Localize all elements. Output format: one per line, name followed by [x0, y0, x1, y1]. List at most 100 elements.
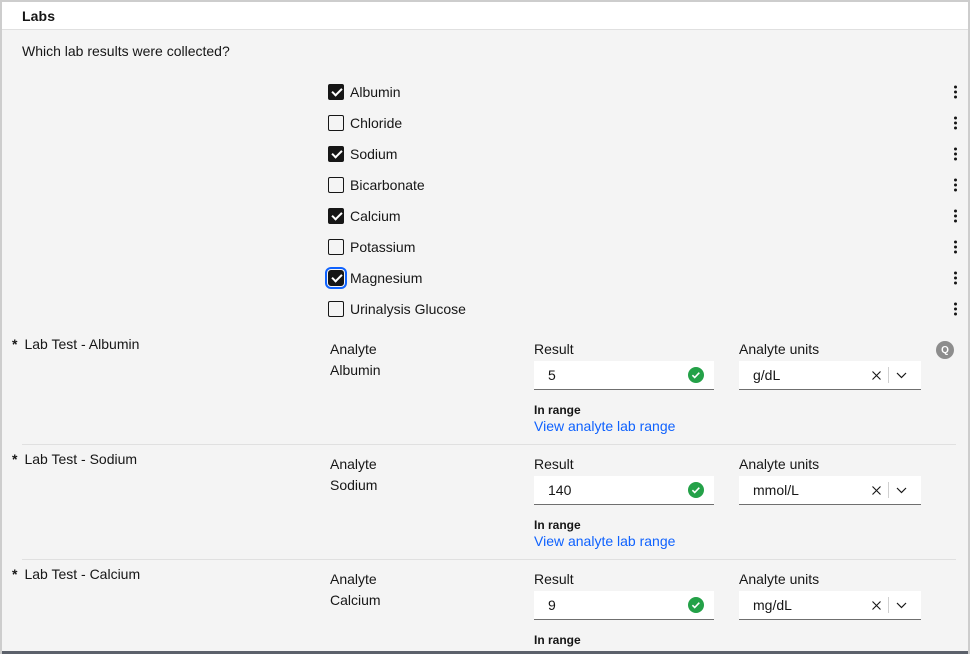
analyte-label: Analyte: [330, 341, 381, 357]
checkbox-label[interactable]: Albumin: [350, 84, 401, 100]
result-label: Result: [534, 456, 714, 472]
units-label: Analyte units: [739, 571, 921, 587]
result-input[interactable]: 9: [534, 591, 714, 620]
checkbox-sodium[interactable]: [328, 146, 344, 162]
lab-test-section-sodium: * Lab Test - Sodium Analyte Sodium Resul…: [2, 445, 968, 560]
analyte-label: Analyte: [330, 571, 381, 587]
section-label: * Lab Test - Albumin: [12, 336, 139, 352]
question-label: Which lab results were collected?: [22, 43, 968, 59]
checkbox-row: Sodium: [2, 138, 968, 169]
result-input[interactable]: 140: [534, 476, 714, 505]
section-title: Lab Test - Calcium: [24, 566, 140, 582]
checkbox-row: Bicarbonate: [2, 169, 968, 200]
result-input[interactable]: 5: [534, 361, 714, 390]
result-column: Result 140 In range View analyte lab ran…: [534, 456, 714, 551]
analyte-label: Analyte: [330, 456, 377, 472]
section-title: Lab Test - Sodium: [24, 451, 137, 467]
status-text: In range: [534, 518, 714, 532]
units-combobox[interactable]: mmol/L: [739, 476, 921, 505]
required-marker: *: [12, 566, 17, 582]
result-label: Result: [534, 341, 714, 357]
result-column: Result 9 In range View analyte lab range: [534, 571, 714, 654]
analyte-column: Analyte Sodium: [330, 456, 377, 493]
section-title: Lab Test - Albumin: [24, 336, 139, 352]
checkbox-label[interactable]: Calcium: [350, 208, 401, 224]
lab-test-sections: * Lab Test - Albumin Analyte Albumin Res…: [2, 330, 968, 654]
clear-icon[interactable]: [866, 480, 886, 500]
overflow-menu-icon[interactable]: [951, 175, 960, 194]
units-column: Analyte units g/dL: [739, 341, 921, 390]
checkbox-row: Chloride: [2, 107, 968, 138]
checkbox-row: Magnesium: [2, 262, 968, 293]
status-text: In range: [534, 633, 714, 647]
analyte-column: Analyte Calcium: [330, 571, 381, 608]
checkbox-magnesium[interactable]: [328, 270, 344, 286]
result-column: Result 5 In range View analyte lab range: [534, 341, 714, 436]
result-value: 140: [548, 482, 688, 498]
analyte-value: Calcium: [330, 591, 381, 608]
checkbox-label[interactable]: Sodium: [350, 146, 397, 162]
clear-icon[interactable]: [866, 365, 886, 385]
panel-header: Labs: [2, 2, 968, 30]
overflow-menu-icon[interactable]: [951, 82, 960, 101]
checkbox-calcium[interactable]: [328, 208, 344, 224]
overflow-menu-icon[interactable]: [951, 268, 960, 287]
analyte-value: Sodium: [330, 476, 377, 493]
units-label: Analyte units: [739, 456, 921, 472]
checkbox-label[interactable]: Chloride: [350, 115, 402, 131]
checkbox-row: Albumin: [2, 76, 968, 107]
checkmark-filled-icon: [688, 367, 704, 383]
checkbox-label[interactable]: Potassium: [350, 239, 415, 255]
overflow-menu-icon[interactable]: [951, 237, 960, 256]
units-combobox[interactable]: g/dL: [739, 361, 921, 390]
checkbox-label[interactable]: Urinalysis Glucose: [350, 301, 466, 317]
required-marker: *: [12, 451, 17, 467]
chevron-down-icon[interactable]: [891, 595, 911, 615]
result-label: Result: [534, 571, 714, 587]
units-value: g/dL: [753, 367, 866, 383]
checkbox-chloride[interactable]: [328, 115, 344, 131]
chevron-down-icon[interactable]: [891, 365, 911, 385]
checkbox-row: Urinalysis Glucose: [2, 293, 968, 324]
labs-form-panel: Labs Which lab results were collected? A…: [0, 0, 970, 654]
checkbox-label[interactable]: Magnesium: [350, 270, 422, 286]
checkbox-row: Calcium: [2, 200, 968, 231]
units-value: mmol/L: [753, 482, 866, 498]
checkmark-filled-icon: [688, 482, 704, 498]
view-analyte-lab-range-link[interactable]: View analyte lab range: [534, 533, 675, 549]
lab-test-section-calcium: * Lab Test - Calcium Analyte Calcium Res…: [2, 560, 968, 654]
view-analyte-lab-range-link[interactable]: View analyte lab range: [534, 418, 675, 434]
section-label: * Lab Test - Calcium: [12, 566, 140, 582]
checkbox-label[interactable]: Bicarbonate: [350, 177, 425, 193]
section-label: * Lab Test - Sodium: [12, 451, 137, 467]
units-column: Analyte units mmol/L: [739, 456, 921, 505]
lab-checkbox-group: Albumin Chloride Sodium Bicarbonate Calc…: [2, 76, 968, 324]
q-badge[interactable]: Q: [936, 341, 954, 359]
units-column: Analyte units mg/dL: [739, 571, 921, 620]
overflow-menu-icon[interactable]: [951, 144, 960, 163]
checkbox-bicarbonate[interactable]: [328, 177, 344, 193]
chevron-down-icon[interactable]: [891, 480, 911, 500]
checkbox-row: Potassium: [2, 231, 968, 262]
checkbox-urinalysis-glucose[interactable]: [328, 301, 344, 317]
checkbox-albumin[interactable]: [328, 84, 344, 100]
result-value: 9: [548, 597, 688, 613]
status-text: In range: [534, 403, 714, 417]
overflow-menu-icon[interactable]: [951, 299, 960, 318]
combo-divider: [888, 367, 889, 383]
units-value: mg/dL: [753, 597, 866, 613]
page-title: Labs: [22, 8, 55, 24]
lab-test-section-albumin: * Lab Test - Albumin Analyte Albumin Res…: [2, 330, 968, 445]
checkbox-potassium[interactable]: [328, 239, 344, 255]
combo-divider: [888, 482, 889, 498]
units-label: Analyte units: [739, 341, 921, 357]
units-combobox[interactable]: mg/dL: [739, 591, 921, 620]
analyte-column: Analyte Albumin: [330, 341, 381, 378]
clear-icon[interactable]: [866, 595, 886, 615]
analyte-value: Albumin: [330, 361, 381, 378]
overflow-menu-icon[interactable]: [951, 206, 960, 225]
checkmark-filled-icon: [688, 597, 704, 613]
result-value: 5: [548, 367, 688, 383]
combo-divider: [888, 597, 889, 613]
overflow-menu-icon[interactable]: [951, 113, 960, 132]
